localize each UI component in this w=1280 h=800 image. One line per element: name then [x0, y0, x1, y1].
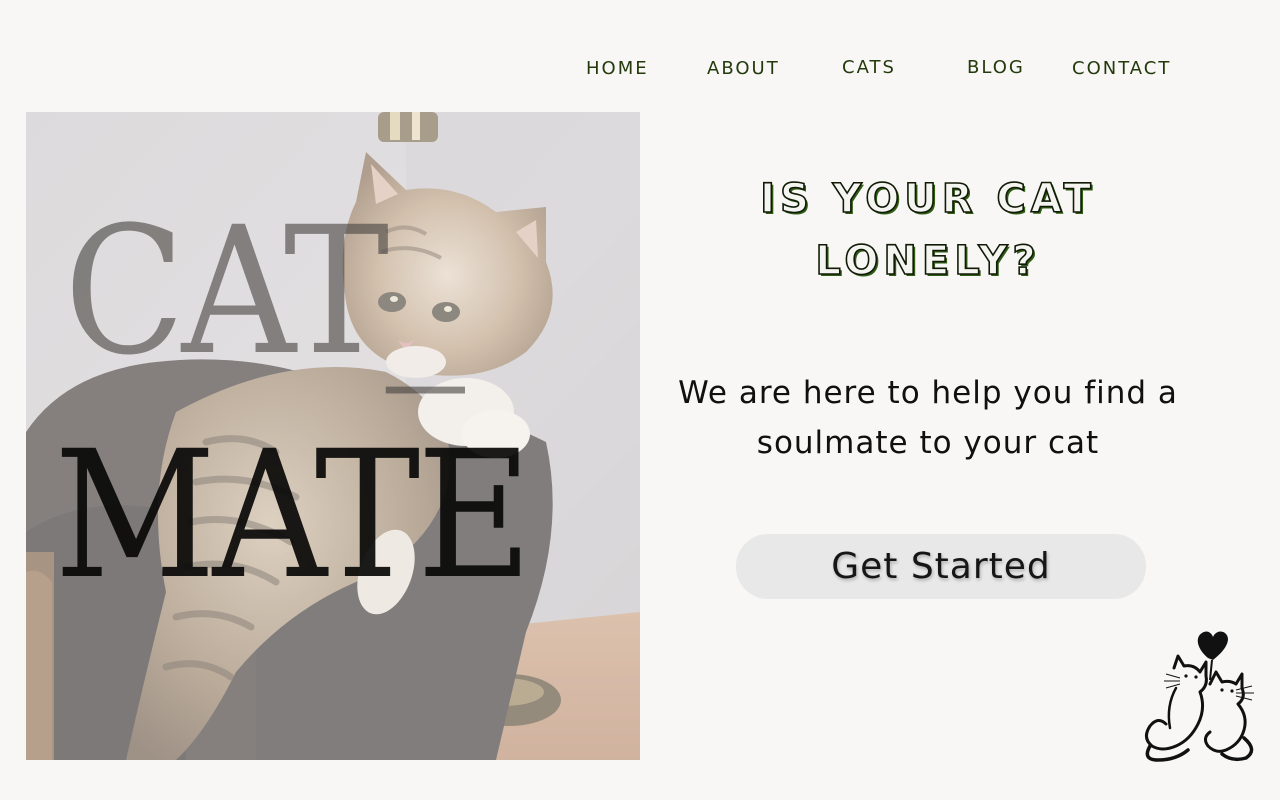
brand-wordmark-line-2: MATE	[54, 413, 532, 618]
brand-wordmark-line-1: CAT_	[64, 189, 465, 394]
hero-headline: IS YOUR CAT LONELY?	[690, 168, 1166, 292]
get-started-button[interactable]: Get Started	[736, 534, 1146, 599]
headline-line-2: LONELY?	[815, 237, 1041, 285]
tagline-line-1: We are here to help you find a	[678, 375, 1178, 411]
top-nav: HOME ABOUT CATS BLOG CONTACT	[0, 0, 1280, 100]
nav-cats-link[interactable]: CATS	[842, 57, 896, 78]
hero-tagline: We are here to help you find a soulmate …	[660, 368, 1196, 468]
nav-about-link[interactable]: ABOUT	[707, 58, 780, 79]
two-cats-heart-logo-icon	[1136, 628, 1264, 764]
nav-home-link[interactable]: HOME	[586, 58, 649, 79]
nav-contact-link[interactable]: CONTACT	[1072, 58, 1171, 79]
tagline-line-2: soulmate to your cat	[756, 425, 1100, 461]
hero-photo: CAT_ MATE	[26, 112, 640, 760]
headline-line-1: IS YOUR CAT	[759, 175, 1096, 223]
nav-blog-link[interactable]: BLOG	[967, 57, 1025, 78]
